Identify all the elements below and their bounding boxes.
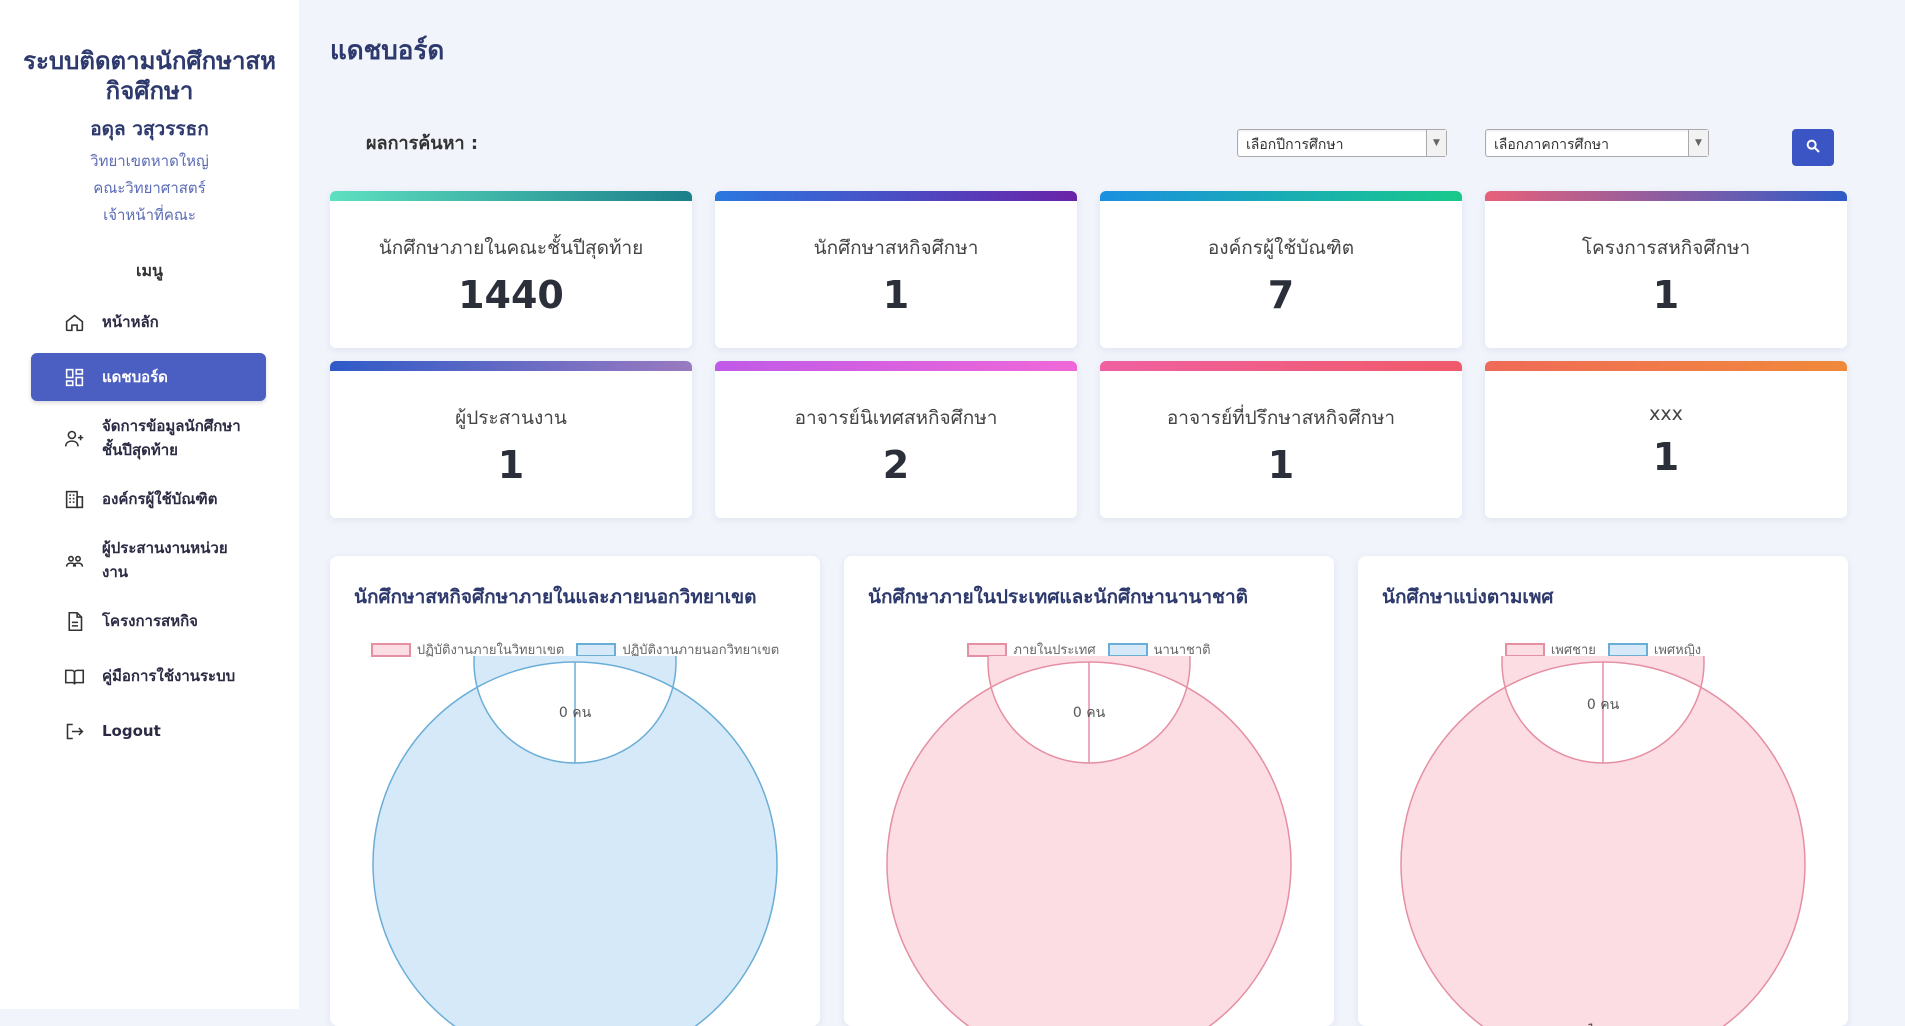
year-select-value: เลือกปีการศึกษา bbox=[1246, 137, 1344, 153]
sidebar-nav: หน้าหลัก แดชบอร์ด จัดการข้อมูลนักศึกษาชั… bbox=[0, 298, 299, 755]
term-select-value: เลือกภาคการศึกษา bbox=[1494, 137, 1610, 153]
stat-card-title: อาจารย์ที่ปรึกษาสหกิจศึกษา bbox=[1166, 407, 1396, 429]
chart-card-campus: นักศึกษาสหกิจศึกษาภายในและภายนอกวิทยาเขต… bbox=[330, 556, 820, 1026]
user-plus-icon bbox=[63, 427, 85, 449]
stat-card-value: 1 bbox=[1267, 443, 1295, 487]
building-icon bbox=[63, 488, 85, 510]
sidebar-item-label: โครงการสหกิจ bbox=[102, 612, 198, 630]
sidebar-item-label: Logout bbox=[102, 722, 161, 740]
stat-card-value: 1 bbox=[1652, 273, 1680, 317]
search-button[interactable] bbox=[1792, 129, 1834, 166]
user-role: เจ้าหน้าที่คณะ bbox=[103, 206, 196, 224]
stat-card: โครงการสหกิจศึกษา 1 bbox=[1485, 191, 1847, 348]
book-icon bbox=[63, 665, 85, 687]
chart-title: นักศึกษาแบ่งตามเพศ bbox=[1382, 586, 1554, 608]
donut-chart: 0 คน bbox=[886, 656, 1292, 1026]
stat-card-title: โครงการสหกิจศึกษา bbox=[1581, 237, 1751, 259]
stat-card-value: 1 bbox=[497, 443, 525, 487]
data-label: 1 คน bbox=[1587, 1022, 1620, 1026]
stat-card-title: xxx bbox=[1649, 403, 1683, 425]
data-label: 0 คน bbox=[1587, 697, 1620, 713]
sidebar-item-label: แดชบอร์ด bbox=[102, 368, 168, 386]
chart-card-gender: นักศึกษาแบ่งตามเพศ เพศชาย เพศหญิง 0 คน1 … bbox=[1358, 556, 1848, 1026]
donut-chart: 0 คน 1 คน bbox=[1400, 656, 1806, 1026]
stat-card: ผู้ประสานงาน 1 bbox=[330, 361, 692, 518]
stat-card: xxx 1 bbox=[1485, 361, 1847, 518]
sidebar-item-label: ผู้ประสานงานหน่วยงาน bbox=[102, 539, 228, 581]
sidebar-item-manual[interactable]: คู่มือการใช้งานระบบ bbox=[31, 652, 266, 700]
chart-title: นักศึกษาสหกิจศึกษาภายในและภายนอกวิทยาเขต bbox=[354, 586, 757, 608]
page-title: แดชบอร์ด bbox=[330, 36, 445, 66]
chevron-down-icon: ▼ bbox=[1426, 130, 1446, 156]
sidebar-item-coordinators[interactable]: ผู้ประสานงานหน่วยงาน bbox=[31, 530, 266, 590]
stat-card-value: 7 bbox=[1267, 273, 1295, 317]
sidebar-item-manage-students[interactable]: จัดการข้อมูลนักศึกษาชั้นปีสุดท้าย bbox=[31, 408, 266, 468]
sidebar-item-label: จัดการข้อมูลนักศึกษาชั้นปีสุดท้าย bbox=[102, 417, 241, 459]
stat-card-value: 1 bbox=[882, 273, 910, 317]
dashboard-icon bbox=[63, 366, 85, 388]
stat-card: อาจารย์ที่ปรึกษาสหกิจศึกษา 1 bbox=[1100, 361, 1462, 518]
data-label: 0 คน bbox=[559, 705, 592, 721]
sidebar-item-home[interactable]: หน้าหลัก bbox=[31, 298, 266, 346]
stat-card-title: อาจารย์นิเทศสหกิจศึกษา bbox=[794, 407, 998, 429]
stat-card-value: 1 bbox=[1652, 435, 1680, 479]
result-label: ผลการค้นหา : bbox=[366, 133, 479, 154]
menu-heading: เมนู bbox=[136, 261, 163, 280]
stat-card: นักศึกษาสหกิจศึกษา 1 bbox=[715, 191, 1077, 348]
stat-card-title: นักศึกษาภายในคณะชั้นปีสุดท้าย bbox=[378, 237, 644, 259]
sidebar-item-label: องค์กรผู้ใช้บัณฑิต bbox=[102, 490, 218, 508]
sidebar-item-dashboard[interactable]: แดชบอร์ด bbox=[31, 353, 266, 401]
users-icon bbox=[63, 549, 85, 571]
stat-card-value: 1440 bbox=[458, 273, 564, 317]
system-title: ระบบติดตามนักศึกษาสหกิจศึกษา bbox=[23, 47, 276, 105]
user-name: อดุล วสุวรรธก bbox=[90, 118, 209, 140]
chart-title: นักศึกษาภายในประเทศและนักศึกษานานาชาติ bbox=[868, 586, 1248, 608]
chart-card-nationality: นักศึกษาภายในประเทศและนักศึกษานานาชาติ ภ… bbox=[844, 556, 1334, 1026]
home-icon bbox=[63, 311, 85, 333]
sidebar-item-projects[interactable]: โครงการสหกิจ bbox=[31, 597, 266, 645]
user-faculty: คณะวิทยาศาสตร์ bbox=[93, 179, 206, 197]
stat-card-title: องค์กรผู้ใช้บัณฑิต bbox=[1207, 237, 1355, 259]
stat-card-value: 2 bbox=[882, 443, 910, 487]
donut-chart: 0 คน bbox=[372, 656, 778, 1026]
sidebar-item-organizations[interactable]: องค์กรผู้ใช้บัณฑิต bbox=[31, 475, 266, 523]
document-icon bbox=[63, 610, 85, 632]
user-campus: วิทยาเขตหาดใหญ่ bbox=[90, 152, 209, 170]
stat-card: นักศึกษาภายในคณะชั้นปีสุดท้าย 1440 bbox=[330, 191, 692, 348]
sidebar-item-logout[interactable]: Logout bbox=[31, 707, 266, 755]
main-content: แดชบอร์ด ผลการค้นหา : เลือกปีการศึกษา ▼ … bbox=[299, 0, 1905, 1026]
sidebar-item-label: คู่มือการใช้งานระบบ bbox=[102, 667, 236, 685]
sidebar-item-label: หน้าหลัก bbox=[102, 313, 159, 331]
sidebar: ระบบติดตามนักศึกษาสหกิจศึกษา อดุล วสุวรร… bbox=[0, 0, 299, 1009]
data-label: 0 คน bbox=[1073, 705, 1106, 721]
year-select[interactable]: เลือกปีการศึกษา ▼ bbox=[1237, 129, 1447, 157]
logout-icon bbox=[63, 720, 85, 742]
chevron-down-icon: ▼ bbox=[1688, 130, 1708, 156]
stat-card: องค์กรผู้ใช้บัณฑิต 7 bbox=[1100, 191, 1462, 348]
stat-card-title: นักศึกษาสหกิจศึกษา bbox=[813, 237, 979, 259]
term-select[interactable]: เลือกภาคการศึกษา ▼ bbox=[1485, 129, 1709, 157]
stat-card-title: ผู้ประสานงาน bbox=[455, 407, 567, 429]
stat-card: อาจารย์นิเทศสหกิจศึกษา 2 bbox=[715, 361, 1077, 518]
search-icon bbox=[1805, 138, 1821, 158]
